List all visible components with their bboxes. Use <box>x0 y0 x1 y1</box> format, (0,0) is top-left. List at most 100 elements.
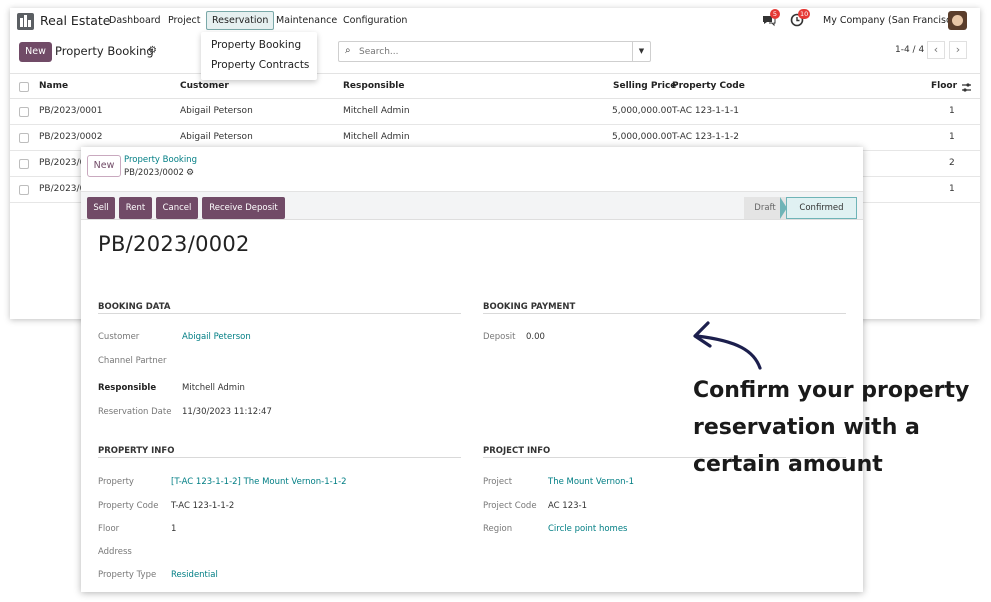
row-customer: Abigail Peterson <box>180 106 253 116</box>
pager-value[interactable]: 1-4 / 4 <box>895 45 924 55</box>
column-floor[interactable]: Floor <box>931 81 957 91</box>
divider <box>98 457 461 458</box>
deposit-value[interactable]: 0.00 <box>526 332 545 342</box>
activities-count-badge: 10 <box>798 9 811 19</box>
annotation-text: Confirm your property reservation with a… <box>693 372 983 483</box>
annotation-line: Confirm your property <box>693 378 970 403</box>
row-selling-price: 5,000,000.00 <box>612 106 673 116</box>
column-settings-icon[interactable] <box>961 82 972 93</box>
row-name: PB/2023/0 <box>39 184 86 194</box>
project-info-section-title: PROJECT INFO <box>483 446 551 456</box>
menu-maintenance[interactable]: Maintenance <box>276 15 337 26</box>
menu-configuration[interactable]: Configuration <box>343 15 407 26</box>
gear-icon[interactable]: ⚙ <box>148 45 157 56</box>
form-statusbar: Sell Rent Cancel Receive Deposit Draft C… <box>81 192 863 220</box>
app-name[interactable]: Real Estate <box>40 13 110 28</box>
cancel-button[interactable]: Cancel <box>156 197 198 219</box>
row-floor: 2 <box>949 158 955 168</box>
row-name: PB/2023/0002 <box>39 132 103 142</box>
property-code-label: Property Code <box>98 501 159 511</box>
floor-value[interactable]: 1 <box>171 524 176 534</box>
record-title: PB/2023/0002 <box>98 232 250 256</box>
project-code-label: Project Code <box>483 501 537 511</box>
property-code-value[interactable]: T-AC 123-1-1-2 <box>171 501 234 511</box>
search-input[interactable] <box>359 44 629 59</box>
menu-item-property-booking[interactable]: Property Booking <box>201 37 317 57</box>
property-type-value[interactable]: Residential <box>171 570 218 580</box>
annotation-line: reservation with a <box>693 415 920 440</box>
column-name[interactable]: Name <box>39 81 68 91</box>
activities-button[interactable]: 10 <box>790 9 811 31</box>
customer-label: Customer <box>98 332 140 342</box>
breadcrumb-parent-link[interactable]: Property Booking <box>124 155 197 165</box>
user-avatar[interactable] <box>948 11 967 30</box>
annotation-arrow-icon <box>693 321 762 370</box>
sell-button[interactable]: Sell <box>87 197 115 219</box>
row-customer: Abigail Peterson <box>180 132 253 142</box>
customer-value[interactable]: Abigail Peterson <box>182 332 251 342</box>
address-label: Address <box>98 547 132 557</box>
menu-dashboard[interactable]: Dashboard <box>109 15 161 26</box>
booking-payment-section-title: BOOKING PAYMENT <box>483 302 576 312</box>
menu-project[interactable]: Project <box>168 15 201 26</box>
column-customer[interactable]: Customer <box>180 81 229 91</box>
messages-button[interactable]: 5 <box>762 9 780 31</box>
row-name: PB/2023/0 <box>39 158 86 168</box>
top-navbar: Real Estate Dashboard Project Reservatio… <box>10 8 980 35</box>
responsible-label: Responsible <box>98 383 157 393</box>
divider <box>483 313 846 314</box>
property-label: Property <box>98 477 134 487</box>
receive-deposit-button[interactable]: Receive Deposit <box>202 197 285 219</box>
row-floor: 1 <box>949 132 955 142</box>
row-checkbox[interactable] <box>19 159 29 169</box>
responsible-value[interactable]: Mitchell Admin <box>182 383 245 393</box>
row-floor: 1 <box>949 184 955 194</box>
reservation-date-value[interactable]: 11/30/2023 11:12:47 <box>182 407 272 417</box>
gear-icon[interactable]: ⚙ <box>186 168 194 178</box>
property-value[interactable]: [T-AC 123-1-1-2] The Mount Vernon-1-1-2 <box>171 477 347 487</box>
property-type-label: Property Type <box>98 570 157 580</box>
messages-count-badge: 5 <box>770 9 780 19</box>
annotation-line: certain amount <box>693 452 883 477</box>
previous-page-button[interactable]: ‹ <box>927 41 945 59</box>
select-all-checkbox[interactable] <box>19 82 29 92</box>
region-value[interactable]: Circle point homes <box>548 524 627 534</box>
row-property-code: T-AC 123-1-1-2 <box>672 132 739 142</box>
channel-partner-label: Channel Partner <box>98 356 167 366</box>
deposit-label: Deposit <box>483 332 516 342</box>
stage-confirmed[interactable]: Confirmed <box>780 197 857 219</box>
reservation-dropdown-menu: Property Booking Property Contracts <box>201 32 317 80</box>
column-responsible[interactable]: Responsible <box>343 81 405 91</box>
row-checkbox[interactable] <box>19 185 29 195</box>
table-row[interactable]: PB/2023/0001 Abigail Peterson Mitchell A… <box>10 99 980 125</box>
column-selling-price[interactable]: Selling Price <box>613 81 676 91</box>
row-checkbox[interactable] <box>19 107 29 117</box>
search-bar: ⌕ ▼ <box>338 41 651 62</box>
column-property-code[interactable]: Property Code <box>672 81 745 91</box>
row-checkbox[interactable] <box>19 133 29 143</box>
row-floor: 1 <box>949 106 955 116</box>
floor-label: Floor <box>98 524 120 534</box>
search-icon: ⌕ <box>345 45 351 56</box>
menu-item-property-contracts[interactable]: Property Contracts <box>201 57 317 77</box>
breadcrumb-current-record: PB/2023/0002 <box>124 168 184 178</box>
company-switcher[interactable]: My Company (San Francisco) <box>823 15 961 26</box>
form-new-button[interactable]: New <box>87 155 121 177</box>
next-page-button[interactable]: › <box>949 41 967 59</box>
rent-button[interactable]: Rent <box>119 197 152 219</box>
row-property-code: T-AC 123-1-1-1 <box>672 106 739 116</box>
list-header: Name Customer Responsible Selling Price … <box>10 73 980 99</box>
new-button[interactable]: New <box>19 42 52 62</box>
booking-data-section-title: BOOKING DATA <box>98 302 171 312</box>
menu-reservation[interactable]: Reservation <box>206 11 275 30</box>
property-info-section-title: PROPERTY INFO <box>98 446 175 456</box>
real-estate-app-icon[interactable] <box>17 13 34 30</box>
region-label: Region <box>483 524 513 534</box>
search-toggle-button[interactable]: ▼ <box>632 42 650 61</box>
row-name: PB/2023/0001 <box>39 106 103 116</box>
project-code-value[interactable]: AC 123-1 <box>548 501 587 511</box>
project-value[interactable]: The Mount Vernon-1 <box>548 477 634 487</box>
project-label: Project <box>483 477 513 487</box>
divider <box>98 313 461 314</box>
page-title: Property Booking <box>55 44 154 58</box>
